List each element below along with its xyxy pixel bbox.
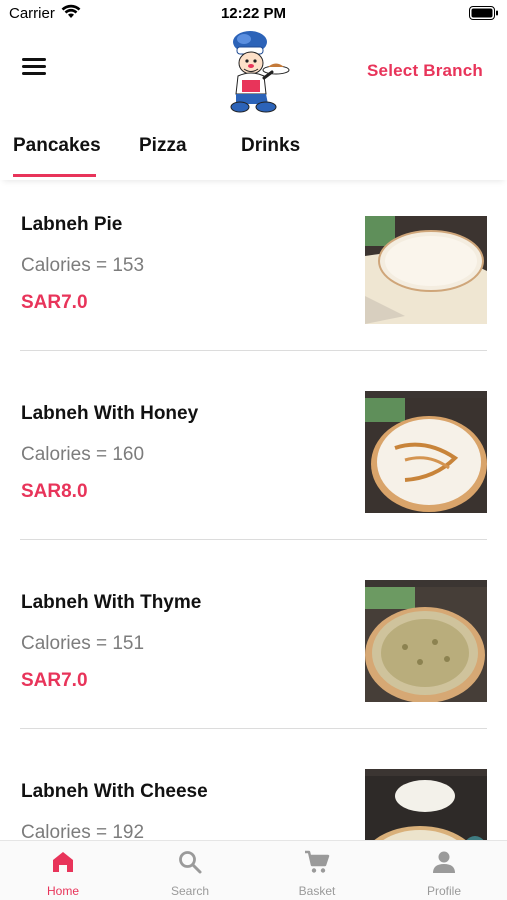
- item-price: SAR7.0: [21, 292, 88, 313]
- menu-item[interactable]: Labneh With Thyme Calories = 151 SAR7.0: [0, 558, 507, 747]
- nav-label: Search: [170, 884, 210, 898]
- item-price: SAR8.0: [21, 481, 88, 502]
- item-photo: [365, 580, 487, 702]
- nav-search[interactable]: Search: [127, 841, 253, 900]
- status-bar: Carrier 12:22 PM: [0, 0, 507, 28]
- item-price: SAR7.0: [21, 670, 88, 691]
- chef-mascot-logo: [230, 31, 290, 113]
- nav-profile[interactable]: Profile: [381, 841, 507, 900]
- home-icon: [53, 852, 73, 872]
- tab-drinks[interactable]: Drinks: [241, 135, 300, 157]
- hamburger-icon[interactable]: [22, 58, 48, 82]
- category-tabs: Pancakes Pizza Drinks: [0, 126, 507, 180]
- divider: [20, 728, 487, 729]
- item-photo: [365, 391, 487, 513]
- bottom-nav: Home Search Basket Profile: [0, 840, 507, 900]
- active-tab-indicator: [13, 174, 96, 177]
- nav-label: Home: [46, 884, 79, 898]
- app-header: Select Branch: [0, 28, 507, 116]
- menu-item[interactable]: Labneh Pie Calories = 153 SAR7.0: [0, 180, 507, 369]
- item-name: Labneh Pie: [21, 214, 123, 235]
- item-photo: [365, 769, 487, 840]
- divider: [20, 539, 487, 540]
- item-calories: Calories = 160: [21, 444, 145, 465]
- select-branch-button[interactable]: Select Branch: [367, 61, 483, 81]
- battery-icon: [469, 6, 498, 20]
- nav-label: Basket: [298, 884, 336, 898]
- tab-pizza[interactable]: Pizza: [139, 135, 187, 157]
- nav-basket[interactable]: Basket: [254, 841, 380, 900]
- menu-list[interactable]: Labneh Pie Calories = 153 SAR7.0 Labneh …: [0, 180, 507, 840]
- person-icon: [433, 851, 455, 873]
- cart-icon: [305, 850, 330, 873]
- item-calories: Calories = 153: [21, 255, 145, 276]
- nav-label: Profile: [426, 884, 461, 898]
- menu-item[interactable]: Labneh With Honey Calories = 160 SAR8.0: [0, 369, 507, 558]
- tab-pancakes[interactable]: Pancakes: [13, 135, 101, 157]
- item-calories: Calories = 192: [21, 822, 145, 840]
- item-photo: [365, 216, 487, 324]
- divider: [20, 350, 487, 351]
- item-name: Labneh With Thyme: [21, 592, 202, 613]
- item-name: Labneh With Honey: [21, 403, 199, 424]
- clock: 12:22 PM: [220, 5, 287, 22]
- search-icon: [179, 851, 202, 874]
- nav-home[interactable]: Home: [0, 841, 126, 900]
- item-calories: Calories = 151: [21, 633, 145, 654]
- item-name: Labneh With Cheese: [21, 781, 208, 802]
- menu-item[interactable]: Labneh With Cheese Calories = 192: [0, 747, 507, 840]
